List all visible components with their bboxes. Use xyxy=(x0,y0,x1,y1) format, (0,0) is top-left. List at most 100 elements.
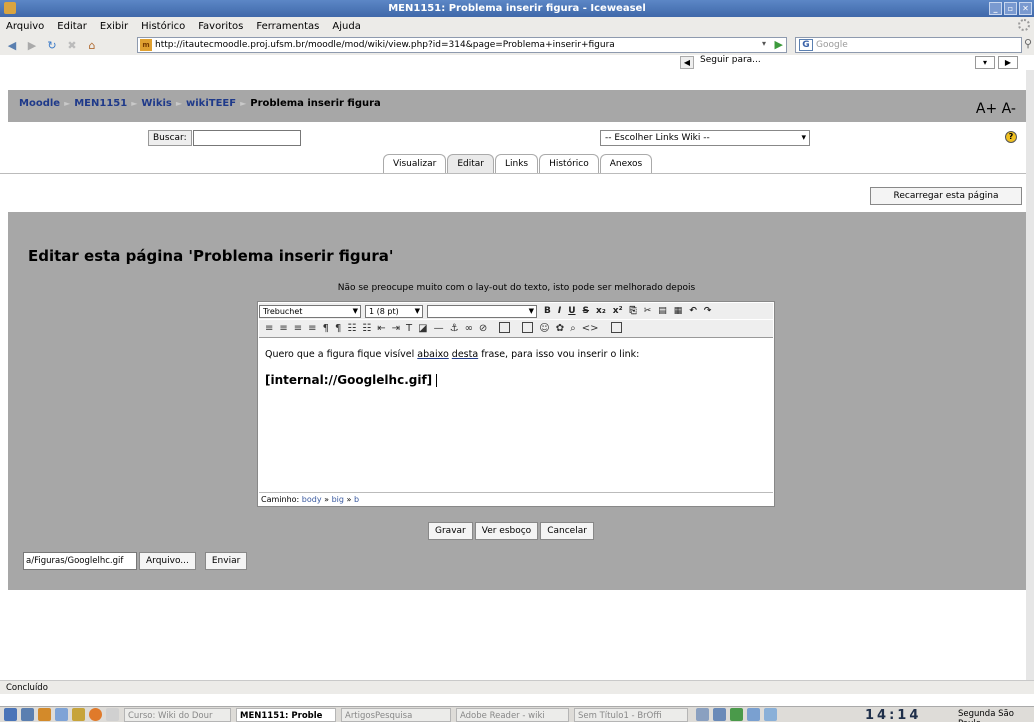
buscar-button[interactable]: Buscar: xyxy=(148,130,192,146)
align-right-icon[interactable]: ≡ xyxy=(294,323,302,334)
indent-icon[interactable]: ⇥ xyxy=(392,323,400,334)
copy-icon[interactable]: ⎘ xyxy=(630,306,637,316)
tray-icon[interactable] xyxy=(764,708,777,721)
italic-icon[interactable]: I xyxy=(558,306,561,316)
ver-esboco-button[interactable]: Ver esboço xyxy=(474,522,539,540)
breadcrumb-course[interactable]: MEN1151 xyxy=(74,98,127,109)
tab-editar[interactable]: Editar xyxy=(447,154,494,173)
path-item-b[interactable]: b xyxy=(354,495,359,504)
minimize-button[interactable]: _ xyxy=(989,2,1002,15)
network-icon[interactable] xyxy=(730,708,743,721)
seguir-back-icon[interactable]: ◀ xyxy=(680,56,694,69)
fullscreen-icon[interactable] xyxy=(605,321,622,336)
gravar-button[interactable]: Gravar xyxy=(428,522,473,540)
menu-ajuda[interactable]: Ajuda xyxy=(332,21,360,32)
underline-icon[interactable]: U xyxy=(568,306,575,316)
enviar-button[interactable]: Enviar xyxy=(204,552,248,570)
path-item-body[interactable]: body xyxy=(302,495,322,504)
menu-favoritos[interactable]: Favoritos xyxy=(198,21,243,32)
task-item[interactable]: Curso: Wiki do Dour xyxy=(124,707,231,722)
menu-editar[interactable]: Editar xyxy=(57,21,87,32)
files-icon[interactable] xyxy=(55,708,68,721)
go-icon[interactable]: ▶ xyxy=(775,38,783,51)
task-item[interactable]: ArtigosPesquisa xyxy=(341,707,451,722)
paste-word-icon[interactable]: ▦ xyxy=(674,306,683,316)
undo-icon[interactable]: ↶ xyxy=(689,306,697,316)
search-box[interactable]: G Google xyxy=(795,37,1022,53)
editor-content[interactable]: Quero que a figura fique visível abaixo … xyxy=(259,343,773,489)
rtl-icon[interactable]: ¶ xyxy=(335,323,341,334)
font-size-controls[interactable]: A+ A- xyxy=(976,101,1016,117)
strikethrough-icon[interactable]: S xyxy=(583,306,589,316)
file-path-input[interactable]: a/Figuras/Googlelhc.gif xyxy=(23,552,137,570)
arquivo-button[interactable]: Arquivo... xyxy=(139,552,196,570)
task-item-active[interactable]: MEN1151: Proble xyxy=(236,707,336,722)
app-launcher-icon[interactable] xyxy=(72,708,85,721)
desktop-icon[interactable] xyxy=(21,708,34,721)
path-item-big[interactable]: big xyxy=(332,495,344,504)
tab-historico[interactable]: Histórico xyxy=(539,154,599,173)
volume-icon[interactable] xyxy=(713,708,726,721)
cancelar-button[interactable]: Cancelar xyxy=(540,522,594,540)
tab-anexos[interactable]: Anexos xyxy=(599,154,653,173)
home-icon[interactable]: ⌂ xyxy=(84,37,100,53)
html-source-icon[interactable]: <> xyxy=(582,323,599,334)
search-replace-icon[interactable]: ⌕ xyxy=(570,323,576,334)
table-icon[interactable] xyxy=(516,321,534,336)
image-icon[interactable] xyxy=(493,321,511,336)
seguir-dropdown-icon[interactable]: ▾ xyxy=(975,56,995,69)
bold-icon[interactable]: B xyxy=(544,306,551,316)
task-item[interactable]: Sem Título1 - BrOffi xyxy=(574,707,688,722)
tab-links[interactable]: Links xyxy=(494,154,539,173)
tab-visualizar[interactable]: Visualizar xyxy=(383,154,447,173)
menu-arquivo[interactable]: Arquivo xyxy=(6,21,44,32)
horizontal-rule-icon[interactable]: — xyxy=(434,323,444,334)
forward-icon[interactable]: ▶ xyxy=(24,37,40,53)
breadcrumb-wikis[interactable]: Wikis xyxy=(141,98,172,109)
menu-exibir[interactable]: Exibir xyxy=(100,21,128,32)
paste-icon[interactable]: ▤ xyxy=(658,306,667,316)
font-size-select[interactable]: 1 (8 pt) ▼ xyxy=(365,304,423,318)
maximize-button[interactable]: ▫ xyxy=(1004,2,1017,15)
justify-icon[interactable]: ≡ xyxy=(308,323,316,334)
subscript-icon[interactable]: x₂ xyxy=(596,306,606,316)
stop-icon[interactable]: ✖ xyxy=(64,37,80,53)
superscript-icon[interactable]: x² xyxy=(613,306,623,316)
home-folder-icon[interactable] xyxy=(38,708,51,721)
tray-icon[interactable] xyxy=(696,708,709,721)
google-icon[interactable]: G xyxy=(799,39,813,51)
unordered-list-icon[interactable]: ☷ xyxy=(362,323,371,334)
unlink-icon[interactable]: ⊘ xyxy=(479,323,487,334)
menu-historico[interactable]: Histórico xyxy=(141,21,185,32)
cut-icon[interactable]: ✂ xyxy=(644,306,652,316)
search-magnifier-icon[interactable]: ⚲ xyxy=(1024,37,1032,50)
reload-page-button[interactable]: Recarregar esta página xyxy=(870,187,1022,205)
align-center-icon[interactable]: ≡ xyxy=(279,323,287,334)
close-button[interactable]: ✕ xyxy=(1019,2,1032,15)
system-icon[interactable] xyxy=(106,708,119,721)
kde-menu-icon[interactable] xyxy=(4,708,17,721)
vertical-scrollbar[interactable] xyxy=(1026,70,1034,680)
menu-ferramentas[interactable]: Ferramentas xyxy=(256,21,319,32)
ordered-list-icon[interactable]: ☷ xyxy=(347,323,356,334)
url-dropdown-icon[interactable]: ▾ xyxy=(762,39,766,48)
paragraph-style-select[interactable]: ▼ xyxy=(427,304,537,318)
browser-icon[interactable] xyxy=(89,708,102,721)
align-left-icon[interactable]: ≡ xyxy=(265,323,273,334)
smiley-icon[interactable]: ☺ xyxy=(539,323,549,334)
anchor-icon[interactable]: ⚓ xyxy=(450,323,459,334)
wiki-links-select[interactable]: -- Escolher Links Wiki -- ▾ xyxy=(600,130,810,146)
buscar-input[interactable] xyxy=(192,130,301,146)
link-icon[interactable]: ∞ xyxy=(465,323,473,334)
reload-icon[interactable]: ↻ xyxy=(44,37,60,53)
task-item[interactable]: Adobe Reader - wiki xyxy=(456,707,569,722)
redo-icon[interactable]: ↷ xyxy=(704,306,712,316)
help-icon[interactable]: ? xyxy=(1005,131,1017,143)
seguir-label[interactable]: Seguir para... xyxy=(700,55,761,65)
ltr-icon[interactable]: ¶ xyxy=(323,323,329,334)
outdent-icon[interactable]: ⇤ xyxy=(377,323,385,334)
text-color-icon[interactable]: T xyxy=(406,323,412,334)
background-color-icon[interactable]: ◪ xyxy=(418,323,427,334)
font-family-select[interactable]: Trebuchet ▼ xyxy=(259,304,361,318)
breadcrumb-moodle[interactable]: Moodle xyxy=(19,98,60,109)
